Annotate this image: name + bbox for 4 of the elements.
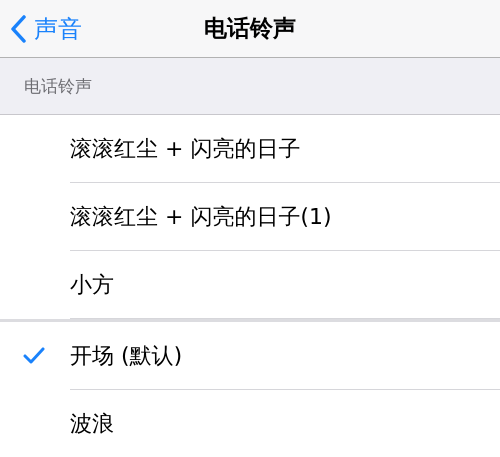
section-header: 电话铃声	[24, 76, 92, 98]
back-chevron-icon	[10, 14, 26, 42]
checkmark-icon	[23, 347, 45, 365]
screen-title: 电话铃声	[204, 15, 296, 44]
